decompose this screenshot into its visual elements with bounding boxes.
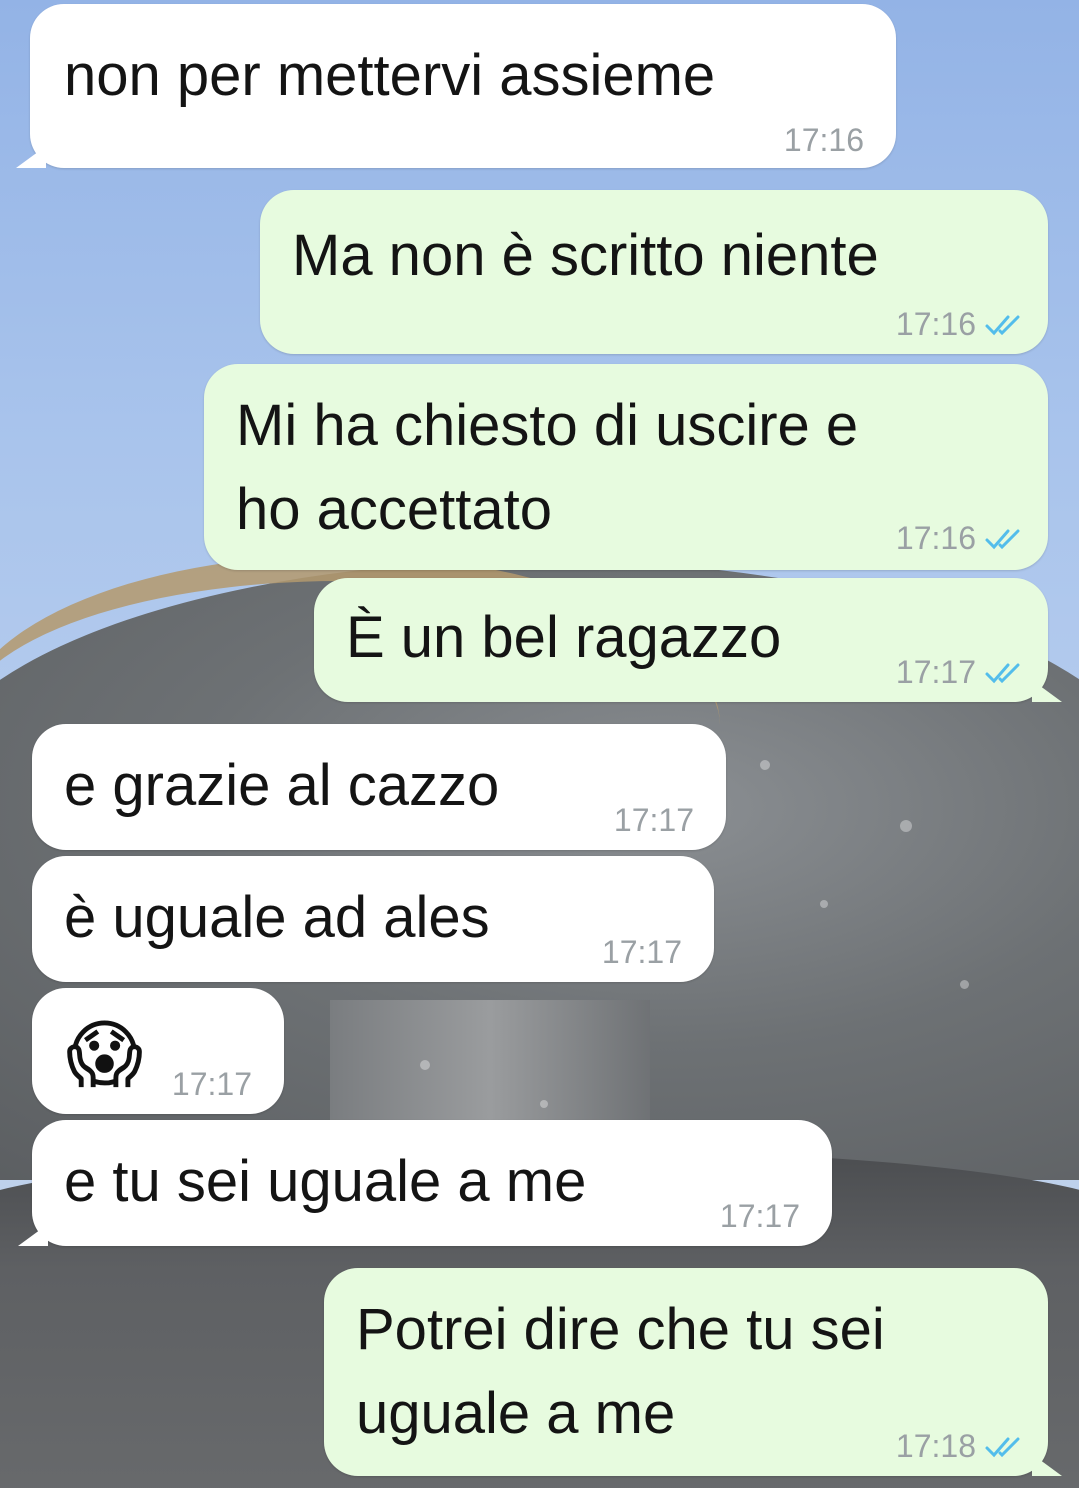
message-meta: 17:18 (896, 1428, 1028, 1465)
message-time: 17:17 (719, 1198, 800, 1234)
message-bubble-incoming[interactable]: e tu sei uguale a me 17:17 (32, 1120, 832, 1246)
message-text: Ma non è scritto niente (292, 223, 879, 288)
message-time: 17:18 (895, 1428, 976, 1464)
message-time: 17:17 (601, 934, 682, 970)
message-meta: 17:17 (172, 1066, 252, 1103)
message-text: non per mettervi assieme (64, 43, 716, 108)
message-meta: 17:17 (720, 1198, 800, 1235)
message-meta: 17:17 (614, 802, 694, 839)
message-time: 17:17 (895, 654, 976, 690)
message-time: 17:16 (895, 306, 976, 342)
message-text: Mi ha chiesto di uscire e ho accettato (236, 393, 859, 542)
message-time: 17:16 (895, 520, 976, 556)
read-double-check-icon (985, 529, 1020, 549)
message-time: 17:17 (613, 802, 694, 838)
message-text: Potrei dire che tu sei uguale a me (356, 1297, 885, 1446)
message-text: è uguale ad ales (64, 885, 490, 950)
screaming-face-emoji: 😱 (66, 1012, 144, 1098)
message-bubble-incoming[interactable]: 😱 17:17 (32, 988, 284, 1114)
message-bubble-incoming[interactable]: è uguale ad ales 17:17 (32, 856, 714, 982)
message-meta: 17:16 (896, 306, 1028, 343)
message-bubble-outgoing[interactable]: È un bel ragazzo 17:17 (314, 578, 1048, 702)
message-meta: 17:17 (602, 934, 682, 971)
message-text: È un bel ragazzo (346, 605, 782, 670)
message-text: e grazie al cazzo (64, 753, 500, 818)
read-double-check-icon (985, 663, 1020, 683)
message-time: 17:16 (783, 122, 864, 158)
message-bubble-outgoing[interactable]: Potrei dire che tu sei uguale a me 17:18 (324, 1268, 1048, 1476)
read-double-check-icon (985, 315, 1020, 335)
read-double-check-icon (985, 1437, 1020, 1457)
message-bubble-outgoing[interactable]: Mi ha chiesto di uscire e ho accettato 1… (204, 364, 1048, 570)
message-text: e tu sei uguale a me (64, 1149, 587, 1214)
message-meta: 17:16 (784, 122, 864, 159)
message-bubble-outgoing[interactable]: Ma non è scritto niente 17:16 (260, 190, 1048, 354)
message-bubble-incoming[interactable]: e grazie al cazzo 17:17 (32, 724, 726, 850)
message-time: 17:17 (171, 1066, 252, 1102)
message-bubble-incoming[interactable]: non per mettervi assieme 17:16 (30, 4, 896, 168)
message-list[interactable]: non per mettervi assieme 17:16 Ma non è … (0, 0, 1079, 1488)
message-meta: 17:16 (896, 520, 1028, 557)
message-meta: 17:17 (896, 654, 1028, 691)
